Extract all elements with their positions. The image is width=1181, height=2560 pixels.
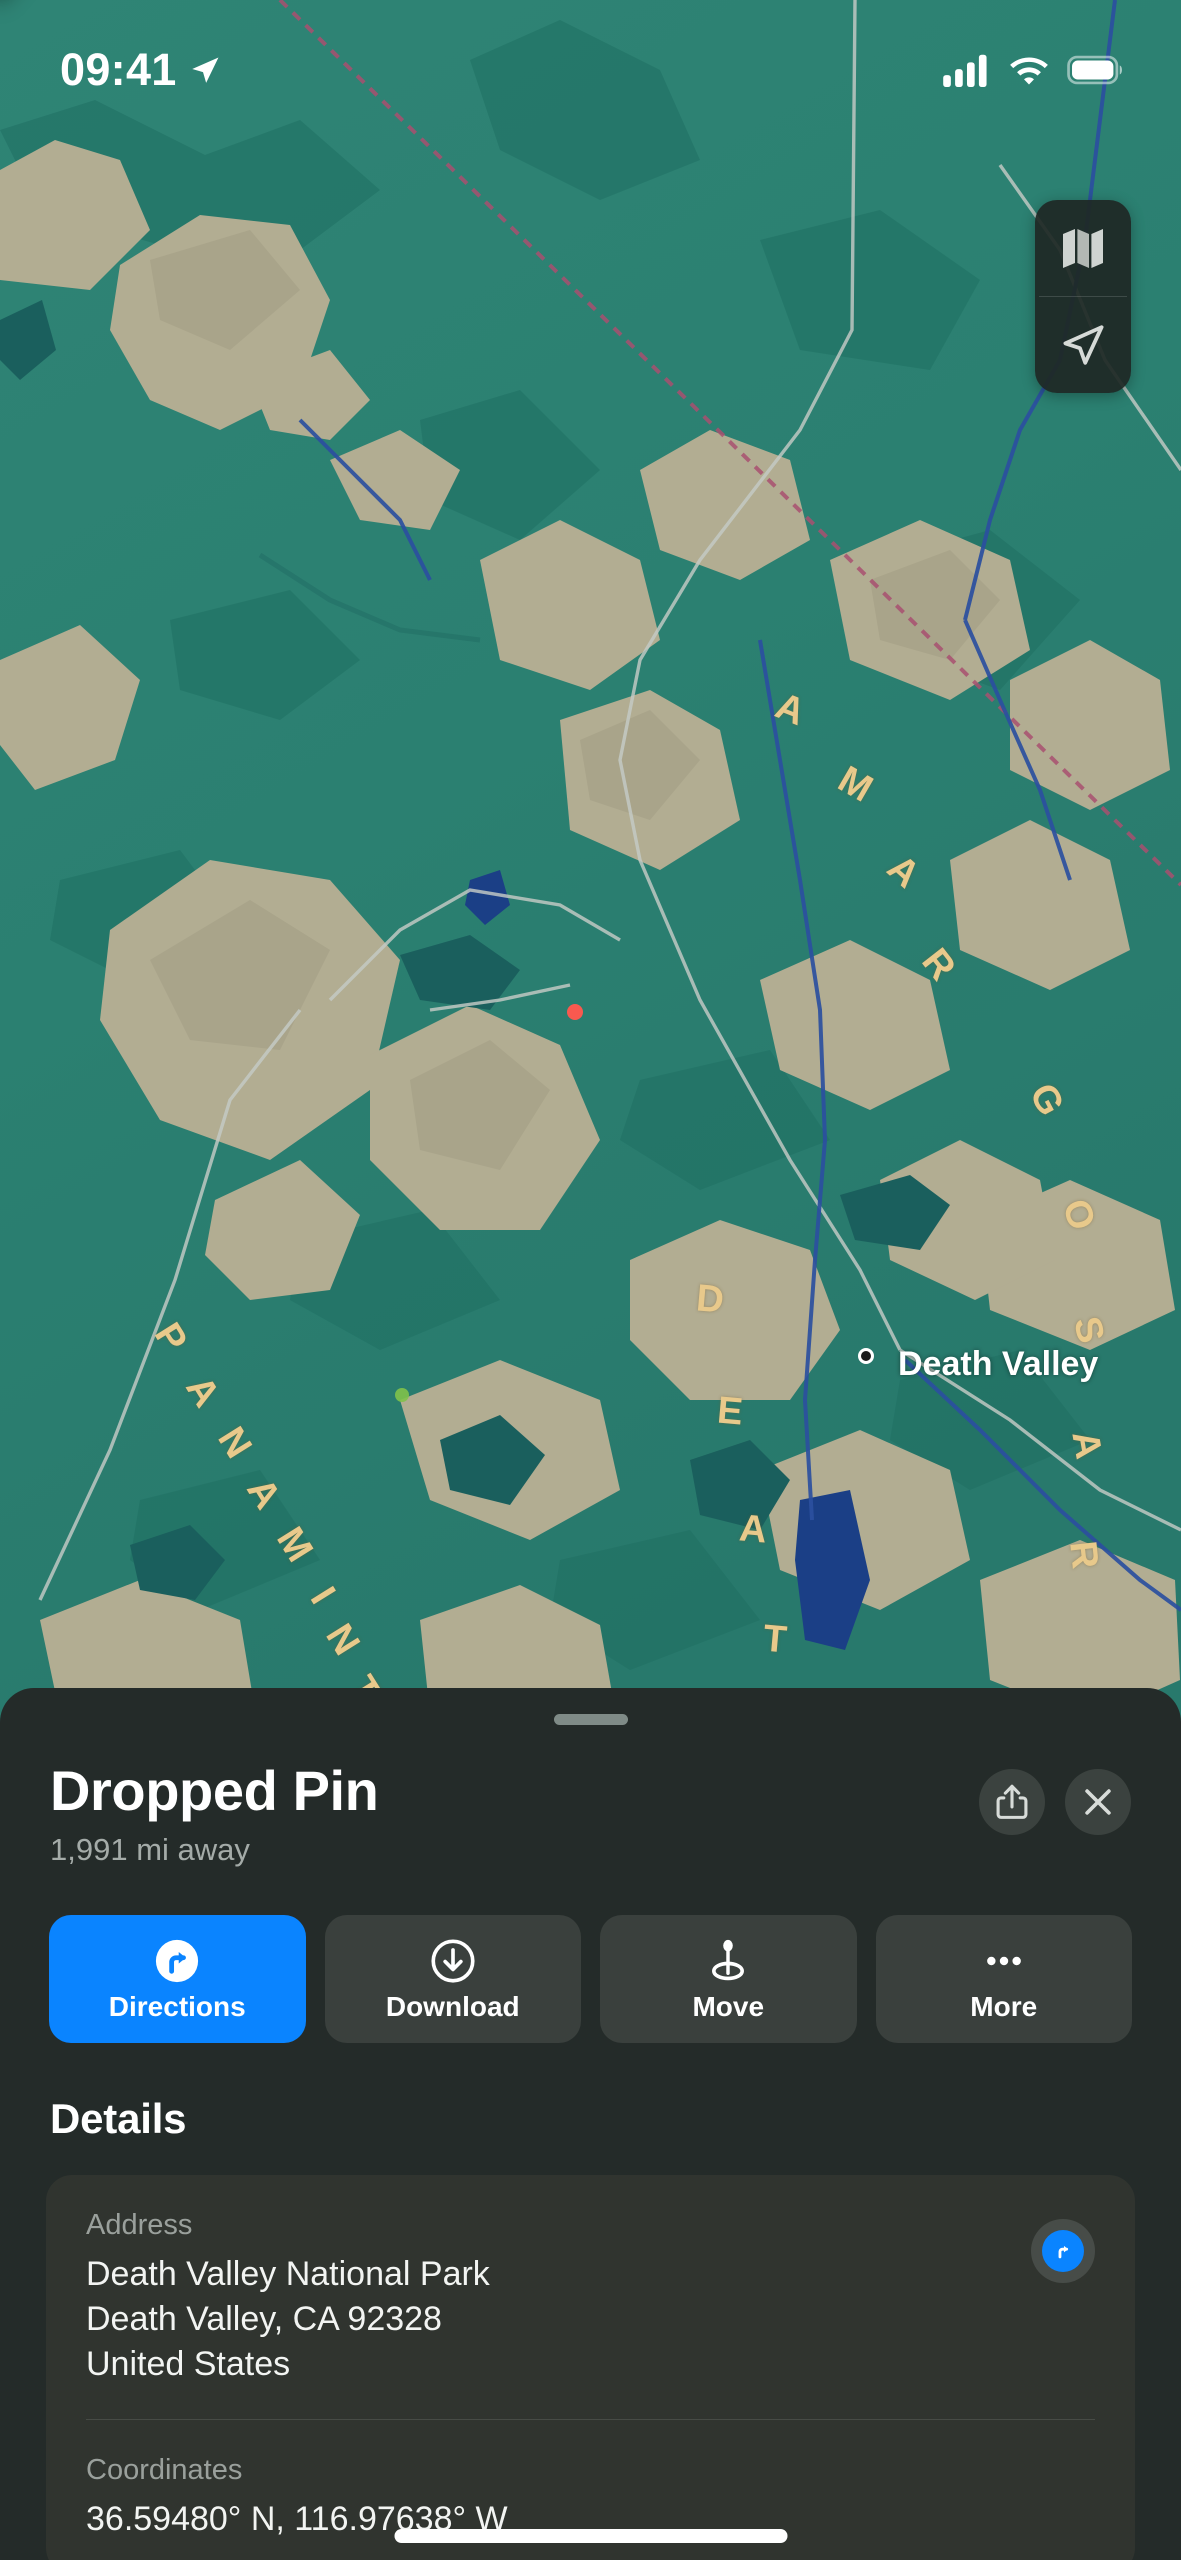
map-layers-icon bbox=[1063, 229, 1103, 268]
directions-arrow-icon-wrap bbox=[1042, 2230, 1084, 2273]
move-pin-icon-wrap bbox=[705, 1938, 751, 1984]
sheet-header: Dropped Pin 1,991 mi away bbox=[0, 1725, 1181, 1867]
ellipsis-icon-wrap bbox=[981, 1938, 1027, 1984]
pin-anchor-dot bbox=[567, 1004, 583, 1020]
close-icon bbox=[1085, 1789, 1111, 1815]
address-directions-button[interactable] bbox=[1031, 2219, 1095, 2284]
details-card: Address Death Valley National Park Death … bbox=[46, 2175, 1135, 2560]
city-marker-dot[interactable] bbox=[858, 1348, 874, 1364]
quick-actions-row: Directions Download Move More bbox=[0, 1867, 1181, 2044]
sheet-header-actions bbox=[979, 1769, 1131, 1835]
page-title: Dropped Pin bbox=[50, 1759, 379, 1822]
maps-app-screen: AMARGOSARPANAMINTDEAT Death Valley 09:41 bbox=[0, 0, 1181, 2560]
action-button-label: Directions bbox=[108, 1990, 246, 2022]
action-button-directions[interactable]: Directions bbox=[49, 1915, 306, 2044]
distance-subtitle: 1,991 mi away bbox=[50, 1832, 250, 1868]
locate-me-button[interactable] bbox=[1035, 297, 1131, 393]
detail-label: Coordinates bbox=[86, 2454, 243, 2487]
detail-value: Death Valley National Park Death Valley,… bbox=[86, 2254, 490, 2384]
share-button[interactable] bbox=[979, 1769, 1045, 1835]
sheet-title-block: Dropped Pin 1,991 mi away bbox=[50, 1759, 379, 1868]
directions-arrow-icon bbox=[156, 1939, 199, 1983]
directions-arrow-icon bbox=[1058, 2246, 1069, 2259]
action-button-label: Download bbox=[385, 1990, 520, 2022]
download-arrow-icon-wrap bbox=[430, 1938, 476, 1984]
home-indicator[interactable] bbox=[394, 2529, 787, 2543]
place-detail-sheet: Dropped Pin 1,991 mi away Directions Down… bbox=[0, 1688, 1181, 2560]
share-icon bbox=[996, 1784, 1028, 1819]
close-button[interactable] bbox=[1065, 1769, 1131, 1835]
download-arrow-icon bbox=[431, 1939, 475, 1983]
map-layers-button[interactable] bbox=[1035, 200, 1131, 296]
action-button-download[interactable]: Download bbox=[324, 1915, 581, 2044]
map-terrain-svg bbox=[0, 0, 1181, 1760]
detail-label: Address bbox=[86, 2209, 193, 2242]
action-button-label: Move bbox=[692, 1990, 765, 2022]
map-controls-stack bbox=[1035, 200, 1131, 393]
location-arrow-icon bbox=[1063, 325, 1104, 365]
action-button-label: More bbox=[970, 1990, 1038, 2022]
action-button-more[interactable]: More bbox=[875, 1915, 1132, 2044]
ellipsis-icon bbox=[986, 1956, 1021, 1966]
detail-row-address[interactable]: Address Death Valley National Park Death … bbox=[86, 2175, 1095, 2419]
directions-arrow-icon-wrap bbox=[154, 1938, 200, 1984]
sheet-grabber[interactable] bbox=[553, 1714, 628, 1725]
move-pin-icon bbox=[712, 1939, 745, 1981]
action-button-move[interactable]: Move bbox=[600, 1915, 857, 2044]
details-heading: Details bbox=[50, 2095, 187, 2143]
